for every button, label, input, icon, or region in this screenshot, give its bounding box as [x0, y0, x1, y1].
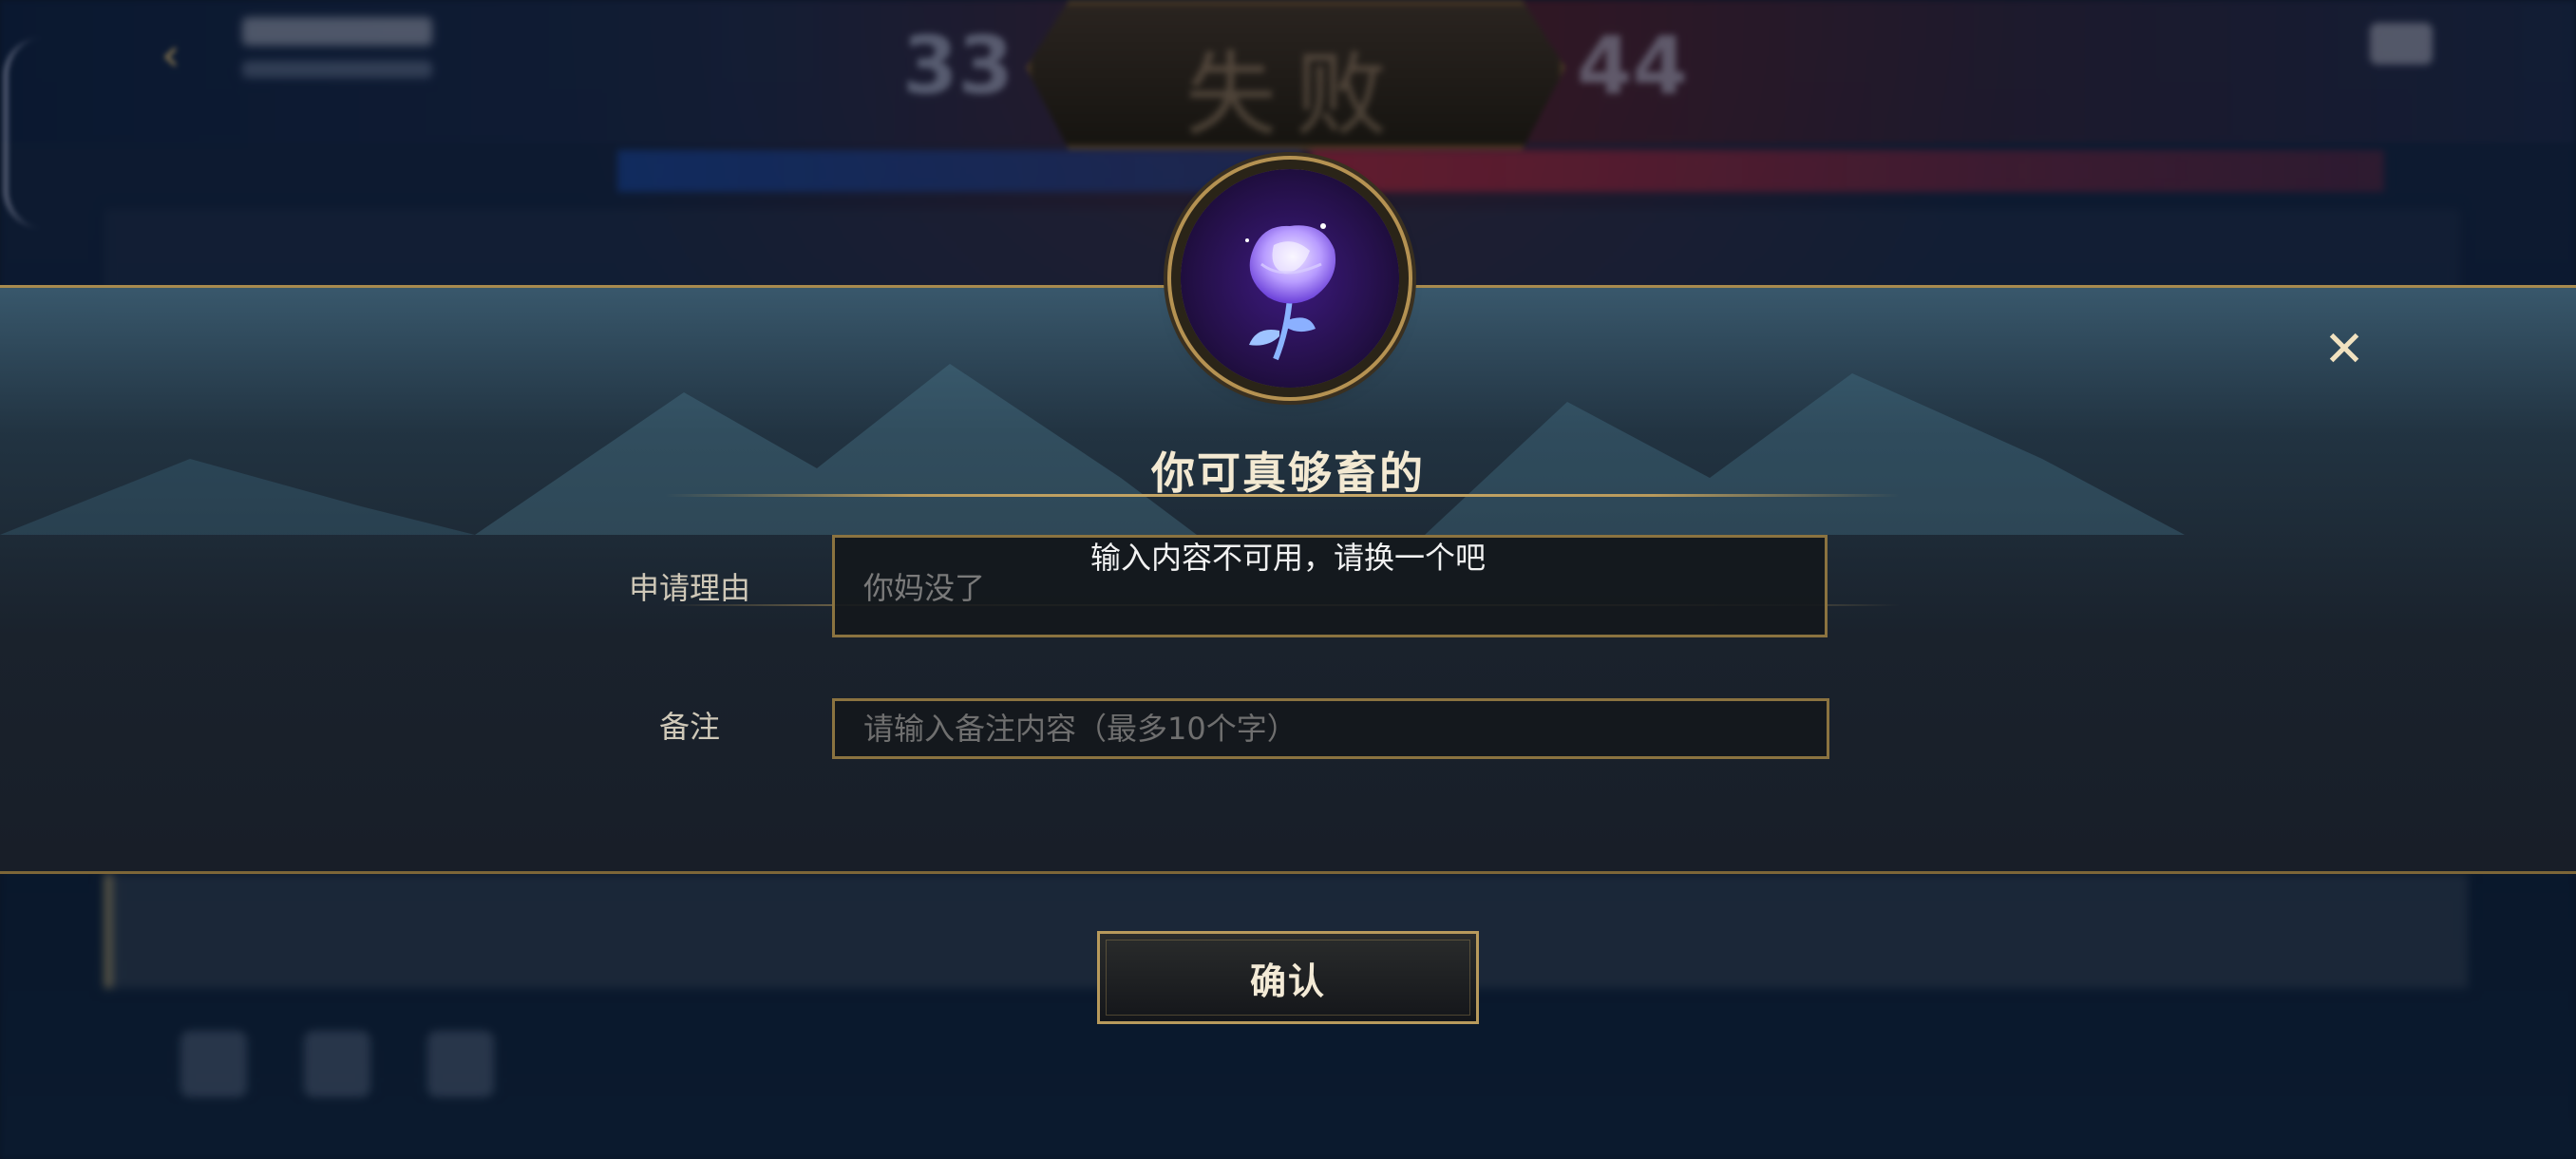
- confirm-button-label: 确认: [1249, 960, 1326, 1002]
- background-bottom-icons: [180, 1031, 560, 1116]
- crystal-rose-icon: [1245, 223, 1336, 361]
- emblem-medallion: [1181, 169, 1399, 388]
- background-title: [242, 17, 432, 46]
- background-score-right: 44: [1577, 19, 1688, 112]
- confirm-button[interactable]: 确认: [1097, 931, 1479, 1024]
- background-subtitle: [242, 61, 432, 78]
- background-score-left: 33: [902, 19, 1013, 112]
- menu-icon: [2370, 23, 2433, 65]
- background-result-plate: 失败: [1026, 0, 1565, 150]
- back-arrow-icon: ‹: [161, 28, 180, 82]
- note-label: 备注: [658, 709, 720, 745]
- screen-root: ‹ 33 失败 44 ✕ 你可真够畜的 申请理由 你妈没了 输入内容不可用，请换…: [0, 0, 2576, 1159]
- background-result-text: 失败: [1185, 42, 1406, 148]
- close-icon: ✕: [2323, 321, 2365, 378]
- close-button[interactable]: ✕: [2318, 321, 2371, 378]
- note-input[interactable]: [832, 698, 1829, 759]
- background-lvl-icon: [427, 1031, 494, 1097]
- background-stat-icon: [180, 1031, 247, 1097]
- background-side-arc: [4, 38, 46, 228]
- reason-label: 申请理由: [628, 570, 750, 606]
- dialog-title: 你可真够畜的: [1151, 447, 1425, 499]
- background-chart-icon: [304, 1031, 370, 1097]
- title-divider: [665, 494, 1900, 497]
- background-red-team-bar: [1311, 150, 2384, 192]
- error-toast: 输入内容不可用，请换一个吧: [1089, 540, 1486, 576]
